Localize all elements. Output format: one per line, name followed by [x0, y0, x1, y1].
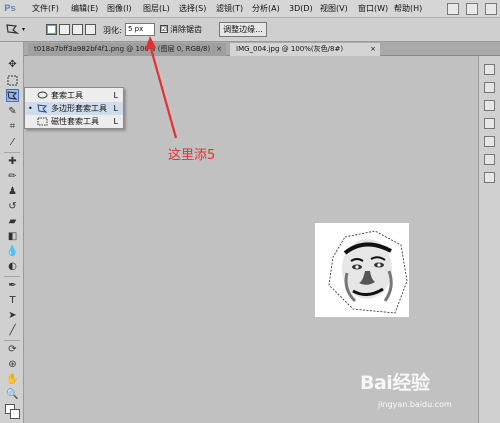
- history-brush-tool-icon[interactable]: ↺: [6, 200, 19, 213]
- pen-tool-icon[interactable]: ✒: [6, 279, 19, 292]
- lasso-tools-flyout: 套索工具 L • 多边形套索工具 L 磁性套索工具 L: [24, 87, 124, 129]
- clone-stamp-tool-icon[interactable]: ♟: [6, 185, 19, 198]
- gradient-tool-icon[interactable]: ◧: [6, 230, 19, 243]
- lasso-icon: [37, 91, 48, 99]
- blur-tool-icon[interactable]: 💧: [6, 245, 19, 258]
- menu-select[interactable]: 选择(S): [179, 3, 206, 15]
- healing-brush-tool-icon[interactable]: ✚: [6, 155, 19, 168]
- tools-panel: ✥ ✎ ⌗ ⁄ ✚ ✏ ♟ ↺ ▰ ◧ 💧 ◐ ✒ T ➤ ╱ ⟳ ⊛ ✋ 🔍: [0, 42, 24, 423]
- antialias-label: 消除锯齿: [170, 25, 202, 34]
- flyout-item-magnetic-lasso[interactable]: 磁性套索工具 L: [25, 115, 123, 128]
- lasso-tool-icon[interactable]: [6, 89, 19, 102]
- toolbar-divider: [4, 276, 20, 277]
- add-selection-icon[interactable]: [59, 24, 70, 35]
- panel-icon[interactable]: [484, 154, 495, 165]
- zoom-tool-icon[interactable]: 🔍: [6, 388, 19, 401]
- menu-layer[interactable]: 图层(L): [143, 3, 170, 15]
- eyedropper-tool-icon[interactable]: ⁄: [6, 136, 19, 149]
- toolbar-divider: [4, 340, 20, 341]
- toolbar-divider: [4, 152, 20, 153]
- panel-icon[interactable]: [484, 100, 495, 111]
- menu-3d[interactable]: 3D(D): [289, 3, 313, 15]
- menu-image[interactable]: 图像(I): [107, 3, 132, 15]
- 3d-rotate-tool-icon[interactable]: ⟳: [6, 343, 19, 356]
- menu-analysis[interactable]: 分析(A): [252, 3, 280, 15]
- magnetic-lasso-icon: [37, 117, 48, 126]
- crop-tool-icon[interactable]: ⌗: [6, 120, 19, 133]
- annotation-label: 这里添5: [168, 148, 216, 163]
- type-tool-icon[interactable]: T: [6, 294, 19, 307]
- menu-window[interactable]: 窗口(W): [358, 3, 388, 15]
- menu-view[interactable]: 视图(V): [320, 3, 348, 15]
- flyout-item-polygonal-lasso[interactable]: • 多边形套索工具 L: [25, 102, 123, 115]
- eraser-tool-icon[interactable]: ▰: [6, 215, 19, 228]
- line-tool-icon[interactable]: ╱: [6, 324, 19, 337]
- quick-selection-tool-icon[interactable]: ✎: [6, 105, 19, 118]
- watermark-url: jingyan.baidu.com: [378, 400, 452, 409]
- menu-help[interactable]: 帮助(H): [394, 3, 422, 15]
- panel-icon[interactable]: [484, 172, 495, 183]
- dodge-tool-icon[interactable]: ◐: [6, 260, 19, 273]
- panel-icon[interactable]: [484, 82, 495, 93]
- tab-label: t018a7bff3a982bf4f1.png @ 100% (图层 0, RG…: [34, 45, 211, 53]
- subtract-selection-icon[interactable]: [72, 24, 83, 35]
- close-icon[interactable]: ×: [370, 43, 376, 56]
- options-bar: ▾ 羽化: 5 px ☑ 消除锯齿 调整边缘...: [0, 18, 500, 42]
- minibridge-icon[interactable]: [466, 3, 478, 15]
- close-icon[interactable]: ×: [216, 43, 222, 56]
- chevron-down-icon[interactable]: ▾: [22, 26, 25, 33]
- photoshop-logo: Ps: [4, 4, 16, 14]
- tab-document-1[interactable]: t018a7bff3a982bf4f1.png @ 100% (图层 0, RG…: [28, 43, 226, 56]
- marquee-tool-icon[interactable]: [6, 74, 19, 87]
- bridge-icon[interactable]: [447, 3, 459, 15]
- selected-dot-icon: •: [28, 104, 33, 113]
- watermark-brand: Bai经验: [360, 372, 430, 394]
- brush-tool-icon[interactable]: ✏: [6, 170, 19, 183]
- panel-icon[interactable]: [484, 136, 495, 147]
- antialias-checkbox[interactable]: ☑: [160, 25, 168, 33]
- menu-filter[interactable]: 滤镜(T): [216, 3, 243, 15]
- new-selection-icon[interactable]: [46, 24, 57, 35]
- baidu-watermark: Bai经验 jingyan.baidu.com: [360, 368, 490, 418]
- intersect-selection-icon[interactable]: [85, 24, 96, 35]
- tab-label: IMG_004.jpg @ 100%(灰色/8#): [236, 45, 344, 53]
- background-color-swatch[interactable]: [10, 409, 20, 419]
- hand-tool-icon[interactable]: ✋: [6, 373, 19, 386]
- panel-icon[interactable]: [484, 64, 495, 75]
- menu-bar: Ps 文件(F) 编辑(E) 图像(I) 图层(L) 选择(S) 滤镜(T) 分…: [0, 0, 500, 18]
- 3d-orbit-tool-icon[interactable]: ⊛: [6, 358, 19, 371]
- document-tab-bar: t018a7bff3a982bf4f1.png @ 100% (图层 0, RG…: [24, 42, 500, 56]
- annotation-arrow: [145, 36, 178, 139]
- menu-file[interactable]: 文件(F): [32, 3, 59, 15]
- feather-input[interactable]: 5 px: [125, 23, 155, 36]
- panel-icon[interactable]: [484, 118, 495, 129]
- path-selection-tool-icon[interactable]: ➤: [6, 309, 19, 322]
- workspace-icon[interactable]: [485, 3, 497, 15]
- refine-edge-button[interactable]: 调整边缘...: [219, 22, 267, 37]
- tab-document-2[interactable]: IMG_004.jpg @ 100%(灰色/8#) ×: [230, 43, 380, 56]
- menu-edit[interactable]: 编辑(E): [71, 3, 98, 15]
- polygonal-lasso-preset-icon[interactable]: [5, 23, 19, 36]
- move-tool-icon[interactable]: ✥: [6, 58, 19, 71]
- flyout-item-lasso[interactable]: 套索工具 L: [25, 89, 123, 102]
- feather-label: 羽化:: [103, 26, 122, 35]
- document-canvas[interactable]: [315, 223, 409, 317]
- face-image: [328, 230, 408, 314]
- polygonal-lasso-icon: [37, 104, 48, 113]
